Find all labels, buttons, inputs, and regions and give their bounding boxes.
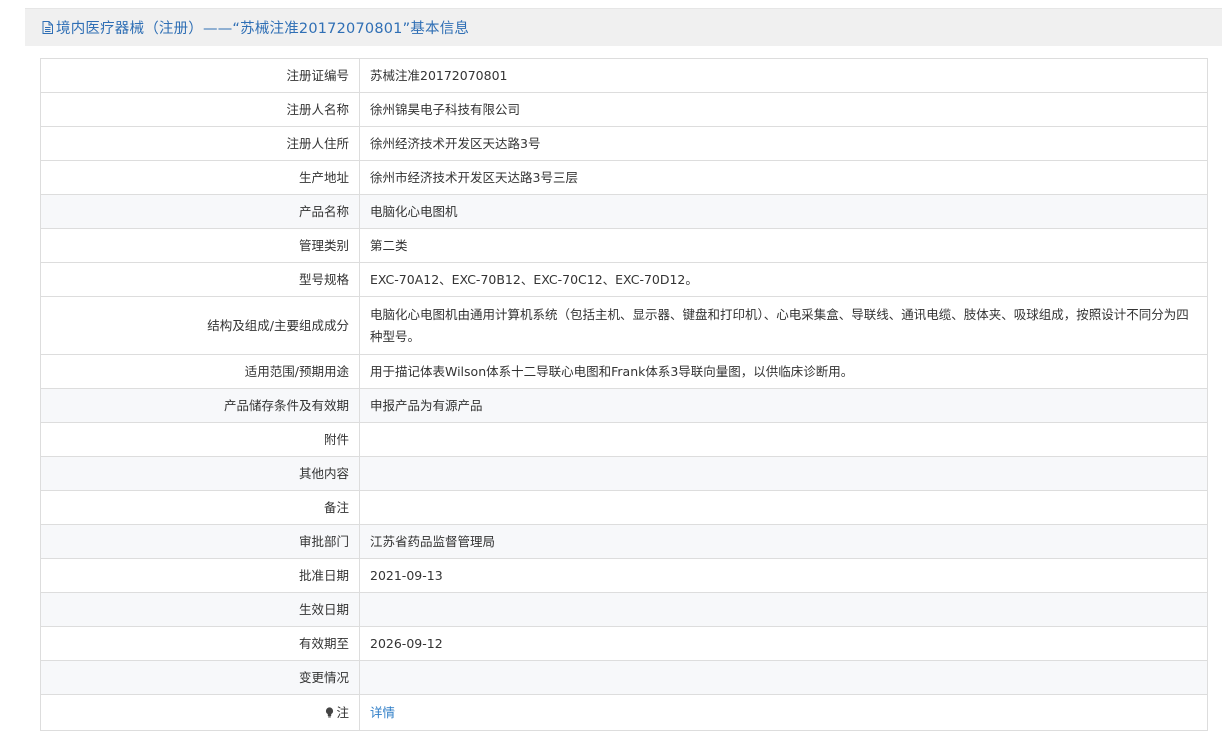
row-label: 变更情况: [40, 660, 360, 695]
table-row: 注册人住所 徐州经济技术开发区天达路3号: [40, 126, 1208, 161]
row-label: 附件: [40, 422, 360, 457]
row-label: 生效日期: [40, 592, 360, 627]
info-table: 注册证编号 苏械注准20172070801 注册人名称 徐州锦昊电子科技有限公司…: [40, 58, 1208, 731]
note-row: 注 详情: [40, 694, 1208, 731]
row-value: [359, 660, 1208, 695]
row-label: 有效期至: [40, 626, 360, 661]
row-value: 徐州经济技术开发区天达路3号: [359, 126, 1208, 161]
row-label: 批准日期: [40, 558, 360, 593]
details-link[interactable]: 详情: [370, 705, 395, 720]
row-value: 苏械注准20172070801: [359, 58, 1208, 93]
row-value: 用于描记体表Wilson体系十二导联心电图和Frank体系3导联向量图，以供临床…: [359, 354, 1208, 389]
row-value: 徐州市经济技术开发区天达路3号三层: [359, 160, 1208, 195]
table-row: 型号规格 EXC-70A12、EXC-70B12、EXC-70C12、EXC-7…: [40, 262, 1208, 297]
row-label: 产品储存条件及有效期: [40, 388, 360, 423]
table-row: 审批部门 江苏省药品监督管理局: [40, 524, 1208, 559]
table-row: 有效期至 2026-09-12: [40, 626, 1208, 661]
row-value: EXC-70A12、EXC-70B12、EXC-70C12、EXC-70D12。: [359, 262, 1208, 297]
row-label: 产品名称: [40, 194, 360, 229]
table-row: 适用范围/预期用途 用于描记体表Wilson体系十二导联心电图和Frank体系3…: [40, 354, 1208, 389]
row-label: 注册人名称: [40, 92, 360, 127]
info-panel: 境内医疗器械（注册）——“苏械注准20172070801”基本信息 注册证编号 …: [25, 8, 1222, 740]
document-icon: [42, 21, 53, 34]
panel-title: 境内医疗器械（注册）——“苏械注准20172070801”基本信息: [56, 21, 470, 37]
panel-header: 境内医疗器械（注册）——“苏械注准20172070801”基本信息: [25, 8, 1222, 46]
lightbulb-icon: [325, 703, 334, 717]
table-row: 生效日期: [40, 592, 1208, 627]
table-row: 备注: [40, 490, 1208, 525]
row-value: 申报产品为有源产品: [359, 388, 1208, 423]
row-value: [359, 422, 1208, 457]
table-row: 产品名称 电脑化心电图机: [40, 194, 1208, 229]
table-row: 结构及组成/主要组成成分 电脑化心电图机由通用计算机系统（包括主机、显示器、键盘…: [40, 296, 1208, 355]
row-label: 管理类别: [40, 228, 360, 263]
table-row: 注册证编号 苏械注准20172070801: [40, 58, 1208, 93]
table-row: 产品储存条件及有效期 申报产品为有源产品: [40, 388, 1208, 423]
row-label: 审批部门: [40, 524, 360, 559]
table-row: 管理类别 第二类: [40, 228, 1208, 263]
row-label: 型号规格: [40, 262, 360, 297]
row-label: 适用范围/预期用途: [40, 354, 360, 389]
row-value: [359, 592, 1208, 627]
row-value: [359, 456, 1208, 491]
row-value: 电脑化心电图机: [359, 194, 1208, 229]
row-label: 结构及组成/主要组成成分: [40, 296, 360, 355]
row-value: 第二类: [359, 228, 1208, 263]
table-row: 注册人名称 徐州锦昊电子科技有限公司: [40, 92, 1208, 127]
note-value-cell: 详情: [359, 694, 1208, 731]
note-label: 注: [336, 704, 349, 720]
row-label: 生产地址: [40, 160, 360, 195]
row-label: 注册人住所: [40, 126, 360, 161]
row-value: [359, 490, 1208, 525]
table-row: 生产地址 徐州市经济技术开发区天达路3号三层: [40, 160, 1208, 195]
row-label: 注册证编号: [40, 58, 360, 93]
note-label-cell: 注: [40, 694, 360, 731]
row-value: 2021-09-13: [359, 558, 1208, 593]
row-value: 2026-09-12: [359, 626, 1208, 661]
row-label: 备注: [40, 490, 360, 525]
row-value: 电脑化心电图机由通用计算机系统（包括主机、显示器、键盘和打印机）、心电采集盒、导…: [359, 296, 1208, 355]
table-row: 其他内容: [40, 456, 1208, 491]
table-row: 变更情况: [40, 660, 1208, 695]
row-value: 江苏省药品监督管理局: [359, 524, 1208, 559]
table-row: 附件: [40, 422, 1208, 457]
row-label: 其他内容: [40, 456, 360, 491]
table-row: 批准日期 2021-09-13: [40, 558, 1208, 593]
row-value: 徐州锦昊电子科技有限公司: [359, 92, 1208, 127]
